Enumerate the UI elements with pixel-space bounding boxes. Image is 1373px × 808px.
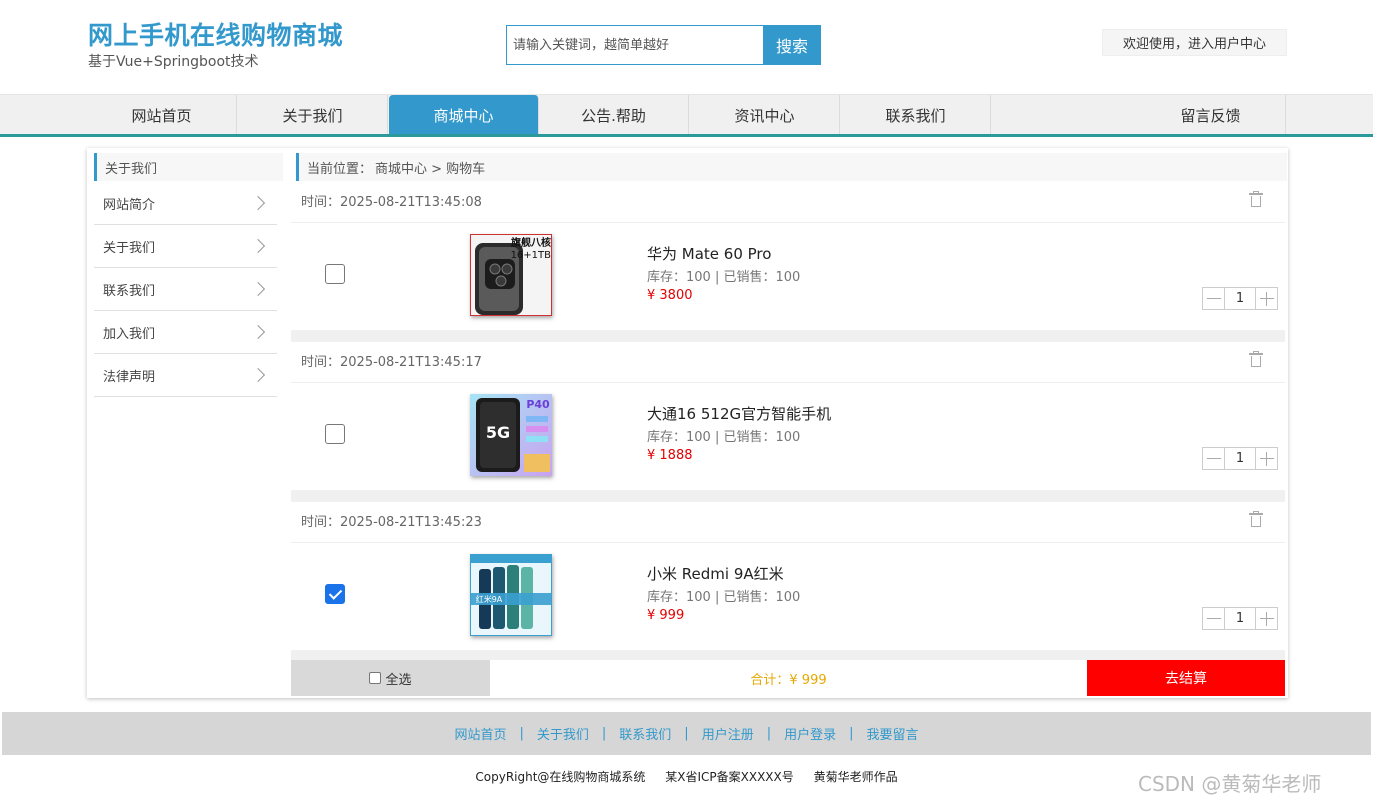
sidebar-item-legal[interactable]: 法律声明 [94,354,277,397]
footer-link-about[interactable]: 关于我们 [537,724,589,743]
nav-item-about[interactable]: 关于我们 [238,95,388,135]
product-thumbnail[interactable]: 红米9A [470,554,552,636]
footer-link-home[interactable]: 网站首页 [454,724,506,743]
plus-icon[interactable] [1255,607,1278,630]
trash-icon[interactable] [1249,191,1263,207]
cart-item-time: 时间：2025-08-21T13:45:17 [291,339,1285,383]
nav-item-notice[interactable]: 公告.帮助 [539,95,689,135]
footer-link-message[interactable]: 我要留言 [867,724,919,743]
search-button[interactable]: 搜索 [763,25,821,65]
nav-item-feedback[interactable]: 留言反馈 [1136,95,1286,135]
chevron-right-icon [250,324,266,340]
copyright-text: CopyRight@在线购物商城系统 [475,770,646,784]
sidebar-heading: 关于我们 [94,153,283,181]
thumb-text: 5G [486,423,510,442]
product-stock: 库存：100 | 已销售：100 [647,590,801,605]
nav-item-shop[interactable]: 商城中心 [389,95,539,135]
chevron-right-icon [250,195,266,211]
cart-item-time: 时间：2025-08-21T13:45:23 [291,499,1285,543]
trash-icon[interactable] [1249,351,1263,367]
cart-item-checkbox[interactable] [325,264,345,284]
product-name[interactable]: 华为 Mate 60 Pro [647,243,771,264]
footer-link-login[interactable]: 用户登录 [784,724,836,743]
footer-link-contact[interactable]: 联系我们 [619,724,671,743]
breadcrumb-prefix: 当前位置： [307,161,373,177]
footer-separator: | [766,726,772,741]
cart-item: 时间：2025-08-21T13:45:08 旗舰八核 16+1TB 华为 Ma… [291,179,1285,327]
nav-divider [0,134,1373,137]
select-all-label: 全选 [385,672,412,688]
cart-item-checkbox[interactable] [325,424,345,444]
product-price: ¥ 999 [647,608,685,623]
sidebar-item-about[interactable]: 关于我们 [94,225,277,268]
footer-link-register[interactable]: 用户注册 [702,724,754,743]
site-title: 网上手机在线购物商城 [88,21,344,50]
thumb-text: 旗舰八核 [511,236,551,249]
user-center-link[interactable]: 欢迎使用，进入用户中心 [1102,29,1287,56]
chevron-right-icon [250,367,266,383]
product-price: ¥ 1888 [647,448,693,463]
cart-total: 合计：¥ 999 [750,672,827,688]
footer-links: 网站首页 | 关于我们 | 联系我们 | 用户注册 | 用户登录 | 我要留言 [2,712,1371,755]
product-stock: 库存：100 | 已销售：100 [647,430,801,445]
footer-separator: | [849,726,854,741]
quantity-stepper: 1 [1202,607,1278,630]
sidebar-item-join[interactable]: 加入我们 [94,311,277,354]
minus-icon[interactable] [1202,287,1225,310]
cart-item-time: 时间：2025-08-21T13:45:08 [291,179,1285,223]
icp-text: 某X省ICP备案XXXXX号 [665,770,794,784]
select-all[interactable]: 全选 [291,660,490,696]
cart-summary-bar: 全选 合计：¥ 999 去结算 [291,660,1285,696]
checkout-button[interactable]: 去结算 [1087,660,1285,696]
minus-icon[interactable] [1202,607,1225,630]
search-input[interactable] [506,25,763,65]
sidebar-item-label: 关于我们 [103,240,156,256]
site-subtitle: 基于Vue+Springboot技术 [88,54,259,70]
breadcrumb: 当前位置： 商城中心 > 购物车 [296,153,1287,181]
thumb-text: 16+1TB [511,250,552,261]
chevron-right-icon [250,238,266,254]
product-stock: 库存：100 | 已销售：100 [647,270,801,285]
select-all-checkbox[interactable] [369,672,382,684]
nav-item-news[interactable]: 资讯中心 [690,95,840,135]
quantity-value[interactable]: 1 [1225,607,1255,630]
sidebar-item-intro[interactable]: 网站简介 [94,182,277,225]
footer-separator: | [684,726,689,741]
plus-icon[interactable] [1255,447,1278,470]
plus-icon[interactable] [1255,287,1278,310]
sidebar-item-label: 加入我们 [103,326,156,342]
nav-item-home[interactable]: 网站首页 [87,95,237,135]
chevron-right-icon [250,281,266,297]
product-price: ¥ 3800 [647,288,693,303]
cart-item: 时间：2025-08-21T13:45:17 5G P40 大通16 512G官… [291,339,1285,487]
thumb-text: 红米9A [476,594,503,604]
minus-icon[interactable] [1202,447,1225,470]
nav-item-contact[interactable]: 联系我们 [841,95,991,135]
author-text: 黄菊华老师作品 [813,770,898,784]
sidebar-item-contact[interactable]: 联系我们 [94,268,277,311]
footer-separator: | [519,726,524,741]
product-thumbnail[interactable]: 旗舰八核 16+1TB [470,234,552,316]
trash-icon[interactable] [1249,511,1263,527]
sidebar-item-label: 联系我们 [103,283,156,299]
cart-item: 时间：2025-08-21T13:45:23 红米9A 小米 Redmi 9A红… [291,499,1285,647]
thumb-text: P40 [526,398,550,411]
cart-item-checkbox[interactable] [325,584,345,604]
footer-separator: | [601,726,607,741]
sidebar-item-label: 网站简介 [103,197,156,213]
breadcrumb-path: 商城中心 > 购物车 [375,161,486,177]
main-panel: 关于我们 网站简介 关于我们 联系我们 加入我们 法律声明 当前位置： 商城中心… [87,148,1288,698]
search-box: 搜索 [506,25,821,65]
quantity-value[interactable]: 1 [1225,447,1255,470]
quantity-stepper: 1 [1202,287,1278,310]
product-name[interactable]: 小米 Redmi 9A红米 [647,563,784,584]
quantity-value[interactable]: 1 [1225,287,1255,310]
quantity-stepper: 1 [1202,447,1278,470]
main-nav: 网站首页 关于我们 商城中心 公告.帮助 资讯中心 联系我们 留言反馈 [0,94,1373,135]
item-separator [291,650,1285,660]
product-name[interactable]: 大通16 512G官方智能手机 [647,403,831,424]
product-thumbnail[interactable]: 5G P40 [470,394,552,476]
watermark: CSDN @黄菊华老师 [1138,772,1322,796]
sidebar-item-label: 法律声明 [103,369,156,385]
